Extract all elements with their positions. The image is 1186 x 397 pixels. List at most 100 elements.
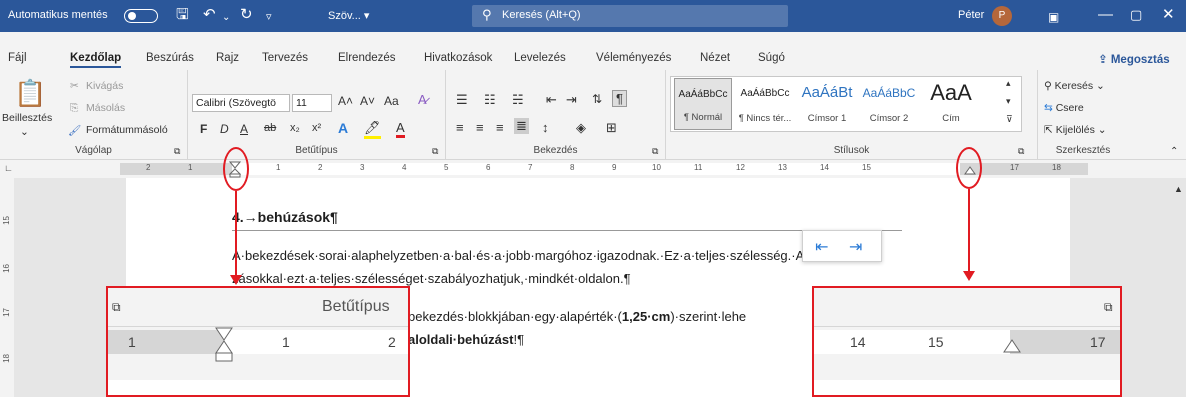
ribbon-display-icon[interactable]: ▣	[1048, 8, 1059, 26]
italic-button[interactable]: D	[220, 122, 229, 136]
tab-layout[interactable]: Elrendezés	[338, 52, 396, 64]
undo-icon[interactable]: ↶	[203, 6, 216, 24]
text-effects-icon[interactable]: A	[338, 120, 348, 136]
restore-icon[interactable]: ▢	[1130, 6, 1142, 24]
paste-dropdown-icon[interactable]: ⌄	[20, 126, 29, 138]
undo-dropdown-icon[interactable]: ⌄	[222, 9, 230, 27]
redo-icon[interactable]: ↻	[240, 6, 253, 24]
highlight-icon[interactable]: 🖊	[364, 120, 381, 139]
share-icon: ⇪	[1098, 54, 1111, 66]
tab-home[interactable]: Kezdőlap	[70, 52, 122, 68]
font-size-select[interactable]: 11	[292, 94, 332, 112]
autosave-toggle[interactable]	[124, 9, 158, 23]
clear-format-icon[interactable]: A̷	[418, 92, 427, 107]
increase-indent-icon[interactable]: ⇥	[849, 237, 862, 257]
borders-icon[interactable]: ⊞	[606, 120, 617, 136]
heading[interactable]: 4.→behúzások¶	[232, 209, 338, 225]
style-heading-1[interactable]: AaÁáBt Címsor 1	[798, 78, 856, 130]
cut-label[interactable]: Kivágás	[86, 80, 123, 92]
horizontal-ruler[interactable]: ∟ 2 1 1 2 3 4 5 6 7 8 9 10 11 12 13 14 1…	[0, 160, 1186, 178]
line-spacing-icon[interactable]: ↕	[542, 120, 549, 135]
grow-font-button[interactable]: A˄	[338, 94, 353, 108]
tab-file[interactable]: Fájl	[8, 52, 27, 64]
decrease-indent-icon[interactable]: ⇤	[546, 92, 557, 108]
paste-label[interactable]: Beillesztés	[2, 112, 52, 124]
sort-icon[interactable]: ⇅	[592, 92, 602, 106]
align-right-icon[interactable]: ≡	[496, 120, 504, 135]
gallery-more-icon[interactable]: ⊽	[1006, 114, 1013, 125]
gallery-up-icon[interactable]: ▴	[1006, 78, 1011, 89]
scroll-up-icon[interactable]: ▲	[1174, 184, 1183, 194]
vertical-ruler[interactable]: 15 16 17 18	[0, 178, 14, 397]
tab-design[interactable]: Tervezés	[262, 52, 308, 64]
minimize-icon[interactable]: —	[1098, 6, 1113, 24]
user-name[interactable]: Péter	[958, 9, 984, 21]
shading-icon[interactable]: ◈	[576, 120, 586, 136]
multilevel-list-icon[interactable]: ☵	[512, 92, 524, 108]
change-case-button[interactable]: Aa	[384, 94, 399, 108]
zoom-font-label: Betűtípus	[322, 298, 390, 315]
paste-icon[interactable]: 📋	[14, 78, 46, 109]
numbering-icon[interactable]: ☷	[484, 92, 496, 108]
save-icon[interactable]: 🖫	[176, 6, 189, 24]
close-icon[interactable]: ✕	[1162, 6, 1175, 24]
style-no-spacing[interactable]: AaÁáBbCc ¶ Nincs tér...	[736, 78, 794, 130]
bullets-icon[interactable]: ☰	[456, 92, 468, 108]
paragraph-line[interactable]: zásokkal·ezt·a·teljes·szélességet·szabál…	[232, 271, 631, 286]
styles-launcher-icon[interactable]: ⧉	[1018, 146, 1024, 157]
superscript-button[interactable]: x²	[312, 122, 321, 134]
tab-insert[interactable]: Beszúrás	[146, 52, 194, 64]
search-icon: ⚲	[482, 7, 492, 22]
zoom-divider	[814, 326, 1120, 327]
show-marks-icon[interactable]: ¶	[612, 90, 627, 107]
tab-selector-icon[interactable]: ∟	[4, 163, 13, 173]
copy-icon[interactable]: ⎘	[70, 102, 78, 115]
clipboard-launcher-icon[interactable]: ⧉	[174, 146, 180, 157]
copy-label[interactable]: Másolás	[86, 102, 125, 114]
strikethrough-button[interactable]: ab	[264, 122, 276, 134]
tab-references[interactable]: Hivatkozások	[424, 52, 492, 64]
paragraph-line[interactable]: aloldali·behúzást!¶	[408, 332, 524, 347]
zoom-ruler-number: 14	[850, 334, 866, 350]
qat-customize-icon[interactable]: ▿	[266, 8, 272, 26]
highlight-circle-left	[223, 147, 249, 191]
format-painter-label[interactable]: Formátummásoló	[86, 124, 168, 136]
search-box[interactable]: ⚲ Keresés (Alt+Q)	[472, 5, 788, 27]
style-preview: AaÁáBbCc	[678, 89, 728, 100]
style-normal[interactable]: AaÁáBbCc ¶ Normál	[674, 78, 732, 130]
tab-review[interactable]: Véleményezés	[596, 52, 671, 64]
share-button[interactable]: ⇪ Megosztás	[1098, 52, 1170, 66]
highlight-circle-right	[956, 147, 982, 189]
subscript-button[interactable]: x₂	[290, 122, 300, 134]
decrease-indent-icon[interactable]: ⇤	[815, 237, 828, 257]
shrink-font-button[interactable]: A˅	[360, 94, 375, 108]
tab-mailings[interactable]: Levelezés	[514, 52, 566, 64]
font-launcher-icon[interactable]: ⧉	[432, 146, 438, 157]
format-painter-icon[interactable]: 🖌	[68, 124, 81, 137]
justify-icon[interactable]: ≣	[514, 118, 529, 134]
select-button[interactable]: ⇱ Kijelölés ⌄	[1044, 124, 1107, 136]
align-left-icon[interactable]: ≡	[456, 120, 464, 135]
paragraph-line[interactable]: bekezdés·blokkjában·egy·alapérték·(1,25·…	[408, 309, 746, 324]
font-color-icon[interactable]: A	[396, 120, 405, 138]
replace-button[interactable]: ⇆ Csere	[1044, 102, 1084, 114]
gallery-down-icon[interactable]: ▾	[1006, 96, 1011, 107]
font-name-select[interactable]: Calibri (Szövegtö	[192, 94, 290, 112]
paragraph-line[interactable]: A·bekezdések·sorai·alaphelyzetben·a·bal·…	[232, 248, 842, 263]
find-button[interactable]: ⚲ Keresés ⌄	[1044, 80, 1105, 92]
tab-view[interactable]: Nézet	[700, 52, 730, 64]
style-title[interactable]: AaA Cím	[922, 78, 980, 130]
underline-button[interactable]: A	[240, 122, 248, 136]
increase-indent-icon[interactable]: ⇥	[566, 92, 577, 108]
tab-draw[interactable]: Rajz	[216, 52, 239, 64]
ruler-number: 15	[2, 216, 11, 225]
style-heading-2[interactable]: AaÁáBbC Címsor 2	[860, 78, 918, 130]
align-center-icon[interactable]: ≡	[476, 120, 484, 135]
avatar[interactable]: P	[992, 6, 1012, 26]
tab-help[interactable]: Súgó	[758, 52, 785, 64]
bold-button[interactable]: F	[200, 122, 207, 136]
paragraph-launcher-icon[interactable]: ⧉	[652, 146, 658, 157]
collapse-ribbon-icon[interactable]: ⌃	[1170, 146, 1178, 157]
document-name[interactable]: Szöv... ▾	[328, 9, 369, 22]
cut-icon[interactable]: ✂	[70, 80, 79, 92]
